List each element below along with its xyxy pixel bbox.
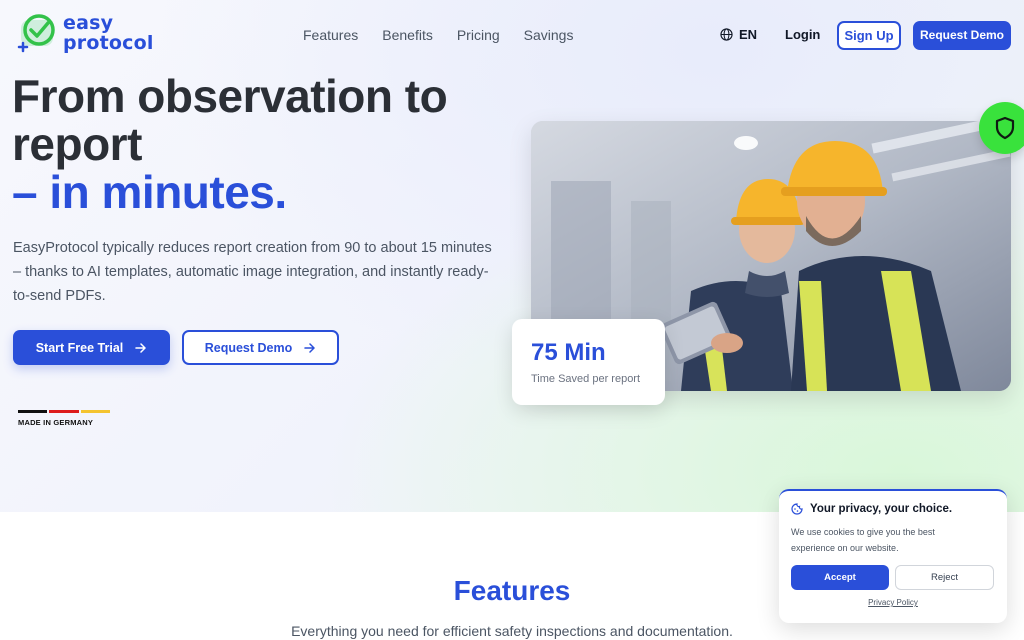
cookie-consent-banner: Your privacy, your choice. We use cookie… <box>779 489 1007 623</box>
header-request-demo-button[interactable]: Request Demo <box>913 21 1011 50</box>
main-nav: Features Benefits Pricing Savings <box>303 27 597 43</box>
nav-features[interactable]: Features <box>303 27 358 43</box>
language-label: EN <box>739 27 758 42</box>
cookie-text: We use cookies to give you the best expe… <box>791 527 935 553</box>
flag-black <box>18 410 48 413</box>
arrow-right-icon <box>304 342 316 353</box>
nav-pricing[interactable]: Pricing <box>457 27 500 43</box>
nav-savings[interactable]: Savings <box>524 27 574 43</box>
german-flag-stripe <box>18 410 110 413</box>
cookie-title: Your privacy, your choice. <box>810 503 953 515</box>
cookie-reject-button[interactable]: Reject <box>895 565 994 590</box>
brand-logo[interactable]: easy protocol <box>17 12 167 56</box>
globe-icon <box>720 28 733 41</box>
shield-icon <box>995 116 1015 140</box>
login-link[interactable]: Login <box>785 27 820 42</box>
made-in-germany-label: MADE IN GERMANY <box>18 418 94 427</box>
hero-title: From observation to report – in minutes. <box>12 72 512 216</box>
security-badge <box>979 102 1024 154</box>
flag-gold <box>80 410 110 413</box>
hero-title-line-2: report <box>12 118 142 170</box>
start-free-trial-label: Start Free Trial <box>35 340 124 355</box>
request-demo-label: Request Demo <box>204 340 293 355</box>
time-saved-label: Time Saved per report <box>531 373 641 385</box>
flag-red <box>49 410 79 413</box>
logo-line-2: protocol <box>63 32 154 54</box>
language-switcher[interactable]: EN <box>720 27 757 42</box>
made-in-germany-badge: MADE IN GERMANY <box>18 410 110 430</box>
logo-check-icon <box>17 14 55 53</box>
signup-button[interactable]: Sign Up <box>837 21 901 50</box>
cookie-icon <box>791 503 803 515</box>
cookie-header: Your privacy, your choice. <box>791 503 995 515</box>
cookie-accept-button[interactable]: Accept <box>791 565 889 590</box>
time-saved-value: 75 Min <box>531 339 606 366</box>
hero-lead: EasyProtocol typically reduces report cr… <box>13 240 492 304</box>
features-subtitle: Everything you need for efficient safety… <box>291 623 733 639</box>
request-demo-button[interactable]: Request Demo <box>182 330 339 365</box>
arrow-right-icon <box>135 342 147 353</box>
nav-benefits[interactable]: Benefits <box>382 27 433 43</box>
logo-line-1: easy <box>63 12 114 34</box>
privacy-policy-link[interactable]: Privacy Policy <box>791 598 995 607</box>
time-saved-card: 75 Min Time Saved per report <box>512 319 665 405</box>
cookie-actions: Accept Reject <box>791 565 995 590</box>
logo-wordmark: easy protocol <box>63 13 154 53</box>
hero-title-accent: – in minutes. <box>12 166 287 218</box>
start-free-trial-button[interactable]: Start Free Trial <box>13 330 170 365</box>
hero-title-line-1: From observation to <box>12 70 448 122</box>
